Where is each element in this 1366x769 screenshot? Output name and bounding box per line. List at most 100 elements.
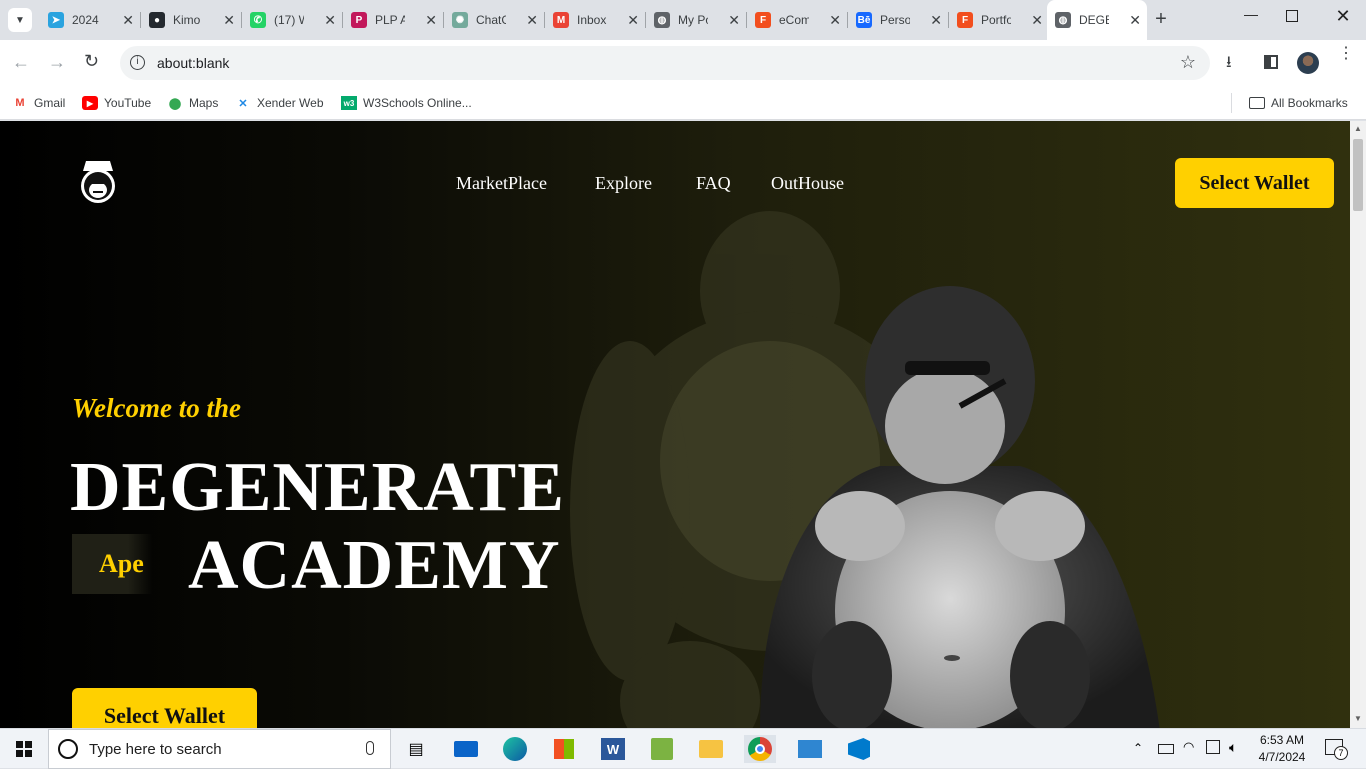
battery-icon[interactable] [1158, 744, 1174, 754]
mail-icon[interactable] [452, 735, 480, 763]
remote-desktop-icon[interactable] [796, 735, 824, 763]
tab-close-icon[interactable]: ✕ [1129, 12, 1141, 29]
bookmark-3[interactable]: ✕ Xender Web [235, 92, 323, 114]
tab-title: DEGE [1079, 13, 1109, 27]
start-button[interactable] [10, 735, 38, 763]
page-scrollbar[interactable]: ▲ ▼ [1350, 121, 1366, 728]
tab-close-icon[interactable]: ✕ [627, 12, 639, 29]
tab-1[interactable]: ● Kimo ✕ [141, 6, 241, 34]
tab-close-icon[interactable]: ✕ [728, 12, 740, 29]
tab-close-icon[interactable]: ✕ [223, 12, 235, 29]
globe-icon: ◍ [1055, 12, 1071, 28]
chatgpt-icon: ✺ [452, 12, 468, 28]
taskbar-search[interactable]: Type here to search [48, 729, 391, 769]
tab-9[interactable]: F Portfo ✕ [949, 6, 1049, 34]
tab-2[interactable]: ✆ (17) W ✕ [242, 6, 342, 34]
tab-title: Portfo [981, 13, 1011, 27]
minimize-button[interactable]: — [1240, 6, 1262, 28]
forward-button[interactable]: → [48, 52, 66, 73]
telegram-icon: ➤ [48, 12, 64, 28]
tab-search-button[interactable]: ▼ [8, 8, 32, 32]
tab-7[interactable]: FeCom ✕ [747, 6, 847, 34]
vscode-icon[interactable] [845, 735, 873, 763]
tab-10[interactable]: ◍ DEGE ✕ [1047, 0, 1147, 40]
tab-title: eCom [779, 13, 809, 27]
tab-title: (17) W [274, 13, 304, 27]
new-tab-button[interactable]: + [1150, 8, 1172, 30]
wifi-icon[interactable]: ◠ [1183, 739, 1194, 755]
bookmark-1[interactable]: ▶ YouTube [82, 92, 151, 114]
close-window-button[interactable]: ✕ [1333, 6, 1353, 28]
edge-icon[interactable] [501, 735, 529, 763]
bookmark-2[interactable]: ⬤ Maps [167, 92, 219, 114]
microphone-icon[interactable] [366, 741, 374, 755]
hero-title-line1: DEGENERATE [70, 449, 565, 526]
download-icon[interactable]: ⭳ [1226, 51, 1232, 78]
tray-chevron-icon[interactable]: ⌃ [1133, 741, 1143, 755]
site-logo[interactable] [77, 157, 119, 205]
restore-button[interactable] [1286, 10, 1298, 22]
plp-icon: P [351, 12, 367, 28]
clock-time: 6:53 AM [1259, 733, 1305, 747]
word-icon[interactable]: W [599, 735, 627, 763]
figma-icon: F [755, 12, 771, 28]
bookmark-label: Maps [189, 96, 219, 110]
w3schools-icon: w3 [341, 96, 357, 110]
tab-close-icon[interactable]: ✕ [829, 12, 841, 29]
tab-4[interactable]: ✺ ChatG ✕ [444, 6, 544, 34]
volume-icon[interactable]: 🔈︎ [1229, 739, 1237, 756]
star-icon[interactable]: ☆ [1180, 52, 1196, 73]
scroll-up-icon[interactable]: ▲ [1354, 124, 1362, 133]
tab-title: ChatG [476, 13, 506, 27]
bookmark-label: Gmail [34, 96, 66, 110]
tab-close-icon[interactable]: ✕ [425, 12, 437, 29]
clock[interactable]: 6:53 AM 4/7/2024 [1254, 732, 1310, 766]
tab-3[interactable]: P PLP A ✕ [343, 6, 443, 34]
tab-close-icon[interactable]: ✕ [324, 12, 336, 29]
store-icon[interactable] [550, 735, 578, 763]
all-bookmarks-label: All Bookmarks [1271, 96, 1348, 110]
side-panel-icon[interactable] [1264, 55, 1278, 69]
security-icon[interactable] [1206, 740, 1220, 754]
chrome-icon[interactable] [744, 735, 776, 763]
scroll-down-icon[interactable]: ▼ [1354, 714, 1362, 723]
tab-title: Inbox [577, 13, 607, 27]
bookmark-0[interactable]: M Gmail [12, 92, 65, 114]
tab-close-icon[interactable]: ✕ [930, 12, 942, 29]
whatsapp-icon: ✆ [250, 12, 266, 28]
nav-marketplace[interactable]: MarketPlace [456, 173, 547, 194]
bookmark-4[interactable]: w3 W3Schools Online... [341, 92, 472, 114]
info-icon: i [130, 55, 145, 70]
tab-5[interactable]: M Inbox ✕ [545, 6, 645, 34]
gmail-icon: M [15, 97, 25, 109]
back-button[interactable]: ← [12, 52, 30, 73]
address-bar[interactable]: i about:blank ☆ [120, 46, 1210, 80]
scrollbar-thumb[interactable] [1353, 139, 1363, 211]
reload-button[interactable]: ↻ [84, 51, 99, 72]
task-view-icon[interactable]: ▤ [402, 735, 430, 763]
tab-6[interactable]: ◍ My Po ✕ [646, 6, 746, 34]
sheets-icon[interactable] [648, 735, 676, 763]
tab-close-icon[interactable]: ✕ [1031, 12, 1043, 29]
chevron-down-icon: ▼ [15, 14, 25, 26]
notification-count-badge: 7 [1334, 746, 1348, 760]
avatar[interactable] [1297, 52, 1319, 74]
nav-outhouse[interactable]: OutHouse [771, 173, 844, 194]
cta-select-wallet-button[interactable]: Select Wallet [72, 688, 257, 728]
nav-explore[interactable]: Explore [595, 173, 652, 194]
file-explorer-icon[interactable] [697, 735, 725, 763]
select-wallet-button[interactable]: Select Wallet [1175, 158, 1334, 208]
tab-close-icon[interactable]: ✕ [526, 12, 538, 29]
tab-strip: ▼ ➤ 2024 ✕ ● Kimo ✕ ✆ (17) W ✕ P PLP A ✕ ✺ ChatG ✕ M Inb… [0, 0, 1366, 40]
all-bookmarks[interactable]: All Bookmarks [1249, 92, 1348, 114]
figma-icon: F [957, 12, 973, 28]
tab-0[interactable]: ➤ 2024 ✕ [40, 6, 140, 34]
behance-icon: Bē [856, 12, 872, 28]
nav-faq[interactable]: FAQ [696, 173, 731, 194]
tab-title: 2024 [72, 13, 99, 27]
tab-8[interactable]: Bē Perso ✕ [848, 6, 948, 34]
menu-icon[interactable]: ⋮ [1338, 46, 1354, 62]
tab-title: PLP A [375, 13, 405, 27]
notifications-button[interactable]: 7 [1325, 739, 1348, 760]
tab-close-icon[interactable]: ✕ [122, 12, 134, 29]
